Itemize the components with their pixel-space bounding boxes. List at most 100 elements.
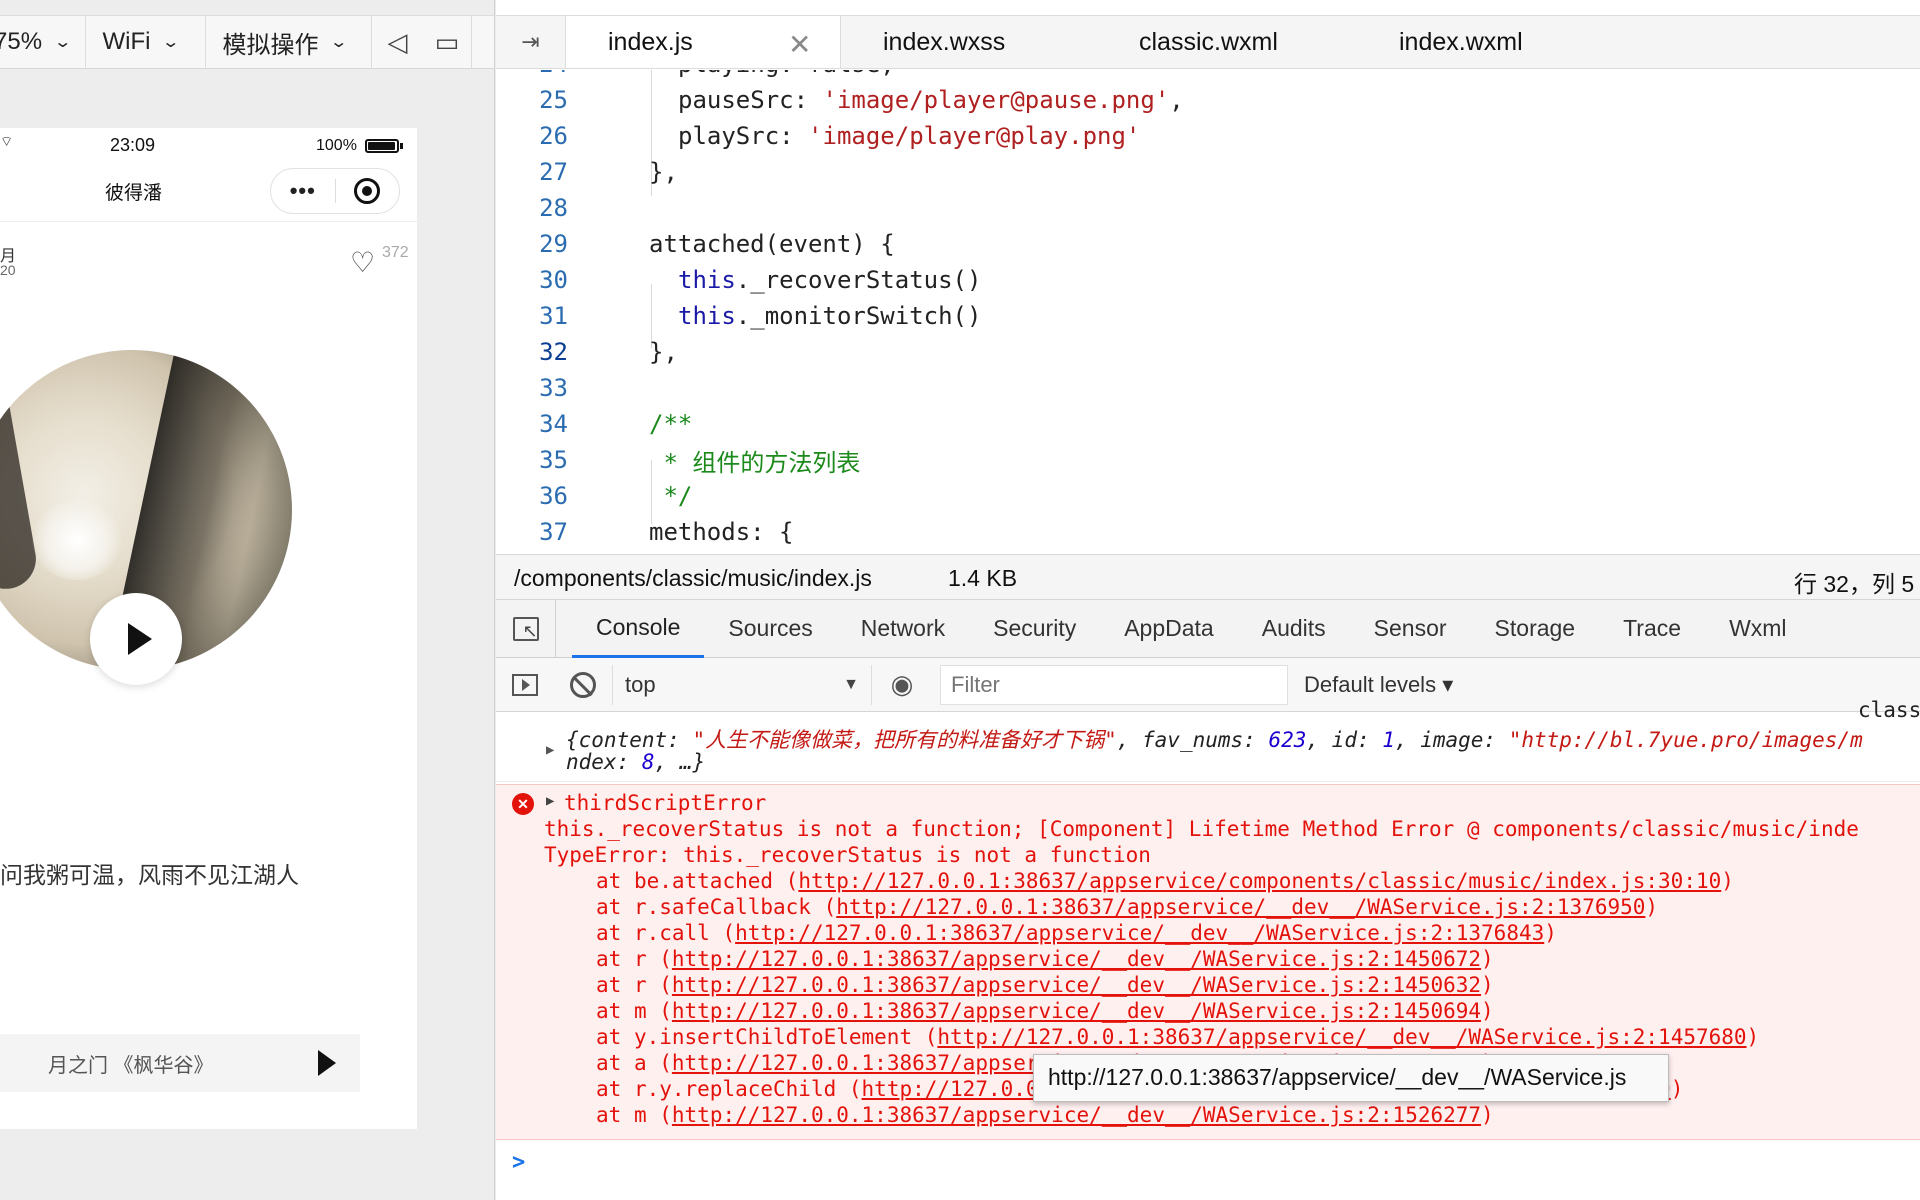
stack-frame: at r.call (http://127.0.0.1:38637/appser… — [596, 921, 1557, 945]
tab-index-wxss[interactable]: index.wxss — [841, 16, 1097, 68]
stack-link[interactable]: http://127.0.0.1:38637/appservice/__dev_… — [672, 947, 1481, 971]
error-icon: ✕ — [512, 793, 534, 815]
window-icon[interactable]: ▭ — [422, 15, 473, 69]
battery-icon — [364, 139, 399, 153]
line-text: attached(event) { — [649, 230, 895, 258]
split-editor-icon[interactable]: ⇥ — [496, 16, 566, 68]
tab-console[interactable]: Console — [572, 600, 705, 658]
code-line: 25 pauseSrc: 'image/player@pause.png', — [496, 82, 1920, 118]
clipped-text: class — [1858, 698, 1920, 722]
heart-icon[interactable]: ♡ — [350, 246, 375, 279]
status-bar: ⌔ 23:09 100% — [0, 128, 417, 162]
stack-link[interactable]: http://127.0.0.1:38637/appservice/__dev_… — [672, 999, 1481, 1023]
play-icon — [128, 623, 152, 655]
simulate-operation-select[interactable]: 模拟操作 ⌄ — [206, 15, 373, 69]
filter-input[interactable] — [940, 664, 1288, 705]
tab-trace[interactable]: Trace — [1599, 600, 1705, 658]
mini-play-icon[interactable] — [318, 1050, 336, 1076]
stack-link[interactable]: http://127.0.0.1:38637/appservice/__dev_… — [836, 895, 1645, 919]
console-prompt[interactable]: > — [512, 1150, 525, 1175]
code-line: 35 * 组件的方法列表 — [496, 442, 1920, 478]
code-line: 29 attached(event) { — [496, 226, 1920, 262]
stack-frame: at y.insertChildToElement (http://127.0.… — [596, 1025, 1760, 1049]
tab-classic-wxml[interactable]: classic.wxml — [1097, 16, 1357, 68]
stack-link[interactable]: http://127.0.0.1:38637/appservice/__dev_… — [672, 973, 1481, 997]
expand-triangle-icon[interactable]: ▶ — [546, 793, 554, 809]
inspect-icon — [512, 616, 539, 642]
code-line-current: 32 }, — [496, 334, 1920, 370]
network-select[interactable]: WiFi ⌄ — [86, 15, 207, 69]
stack-link[interactable]: http://127.0.0.1:38637/appservice/__dev_… — [672, 1103, 1481, 1127]
line-number: 24 — [496, 70, 568, 78]
tab-wxml[interactable]: Wxml — [1705, 600, 1810, 658]
show-sidebar-button[interactable] — [496, 673, 554, 696]
log-levels-select[interactable]: Default levels ▾ — [1304, 672, 1453, 698]
triangle-down-icon: ▼ — [843, 675, 859, 693]
tab-sources[interactable]: Sources — [704, 600, 836, 658]
code-line: 24 playing: false, — [496, 70, 1920, 82]
tab-index-js[interactable]: index.js ✕ — [566, 16, 841, 68]
inspect-element-button[interactable] — [496, 599, 556, 658]
line-comment: * 组件的方法列表 — [649, 448, 861, 477]
code-line: 28 — [496, 190, 1920, 226]
quote-text: 问我粥可温，风雨不见江湖人 — [0, 862, 299, 888]
tab-storage[interactable]: Storage — [1471, 600, 1600, 658]
stack-frame: at r (http://127.0.0.1:38637/appservice/… — [596, 973, 1494, 997]
music-bar: 月之门 《枫华谷》 — [0, 1034, 360, 1092]
code-line: 37 methods: { — [496, 514, 1920, 550]
close-miniprogram-button[interactable] — [336, 178, 400, 204]
code-line: 33 — [496, 370, 1920, 406]
context-select[interactable]: top ▼ — [612, 664, 872, 705]
stack-frame: at be.attached (http://127.0.0.1:38637/a… — [596, 869, 1734, 893]
expand-triangle-icon[interactable]: ▶ — [546, 742, 554, 758]
file-path: /components/classic/music/index.js — [514, 565, 872, 591]
line-number: 29 — [539, 230, 568, 258]
clear-icon — [570, 671, 596, 698]
console-toolbar: top ▼ ◉ Default levels ▾ — [496, 658, 1920, 712]
zoom-select[interactable]: 75% ⌄ — [0, 15, 87, 69]
file-status-bar: /components/classic/music/index.js 1.4 K… — [496, 554, 1920, 600]
close-icon[interactable]: ✕ — [788, 28, 811, 61]
stack-link[interactable]: http://127.0.0.1:38637/appservice/__dev_… — [937, 1025, 1746, 1049]
stack-frame: at r (http://127.0.0.1:38637/appservice/… — [596, 947, 1494, 971]
tab-label: index.js — [608, 27, 693, 56]
cursor-position[interactable]: 行 32，列 5 — [1794, 565, 1914, 599]
simulate-operation-label: 模拟操作 — [222, 31, 319, 59]
speaker-icon[interactable]: ◁ — [372, 15, 422, 69]
devtools-window: 75% ⌄ WiFi ⌄ 模拟操作 ⌄ ◁ ▭ ⌔ 23:09 100% — [0, 0, 1920, 1200]
line-number: 33 — [539, 374, 568, 402]
tab-sensor[interactable]: Sensor — [1350, 600, 1471, 658]
more-icon[interactable]: ••• — [271, 178, 335, 204]
tab-label: classic.wxml — [1139, 27, 1278, 56]
episode-header: 月 20 ♡ 372 — [0, 222, 417, 282]
tab-index-wxml[interactable]: index.wxml — [1357, 16, 1632, 68]
line-number: 25 — [539, 86, 568, 114]
stack-link[interactable]: http://127.0.0.1:38637/appservice/__dev_… — [735, 921, 1544, 945]
clear-console-button[interactable] — [554, 671, 612, 698]
line-number: 27 — [539, 158, 568, 186]
status-time: 23:09 — [110, 135, 156, 155]
console-log-entry[interactable]: class ▶ {content: "人生不能像做菜，把所有的料准备好才下锅",… — [496, 698, 1920, 782]
target-icon — [354, 178, 381, 204]
capsule-menu: ••• — [270, 168, 400, 214]
line-number: 31 — [539, 302, 568, 330]
stack-frame: at r.safeCallback (http://127.0.0.1:3863… — [596, 895, 1659, 919]
play-button[interactable] — [90, 593, 182, 685]
line-text: methods: { — [649, 518, 794, 546]
file-size: 1.4 KB — [948, 565, 1018, 591]
stack-link[interactable]: http://127.0.0.1:38637/appservice/compon… — [798, 869, 1721, 893]
tab-appdata[interactable]: AppData — [1100, 600, 1238, 658]
tab-network[interactable]: Network — [837, 600, 969, 658]
code-line: 31 this._monitorSwitch() — [496, 298, 1920, 334]
battery-indicator: 100% — [316, 137, 403, 155]
code-line: 34 /** — [496, 406, 1920, 442]
eye-icon[interactable]: ◉ — [872, 669, 932, 700]
tab-security[interactable]: Security — [969, 600, 1100, 658]
line-comment: */ — [649, 482, 693, 510]
song-title: 月之门 《枫华谷》 — [48, 1054, 214, 1077]
tab-audits[interactable]: Audits — [1238, 600, 1350, 658]
line-number: 37 — [539, 518, 568, 546]
phone-screen: ⌔ 23:09 100% 彼得潘 ••• 月 20 ♡ 372 问我粥可温，风雨… — [0, 128, 417, 1129]
line-number: 32 — [539, 338, 568, 366]
code-area[interactable]: 24 playing: false, 25 pauseSrc: 'image/p… — [496, 70, 1920, 554]
